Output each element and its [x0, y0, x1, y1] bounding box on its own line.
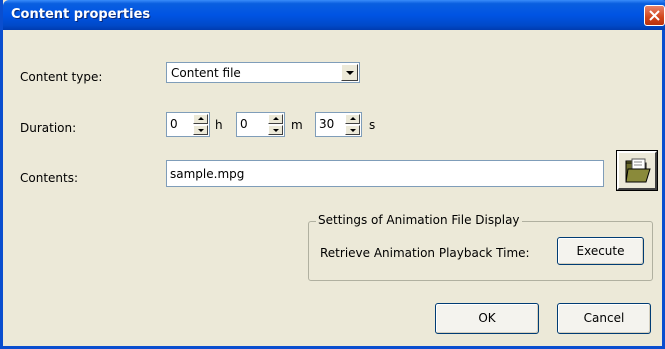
- content-type-value: Content file: [171, 66, 241, 80]
- dialog-window: Content properties Content type: Content…: [0, 0, 665, 349]
- contents-input[interactable]: sample.mpg: [166, 160, 604, 187]
- seconds-value[interactable]: 30: [319, 117, 334, 131]
- seconds-stepper[interactable]: 30: [315, 112, 362, 137]
- minutes-value[interactable]: 0: [240, 117, 248, 131]
- retrieve-playback-time-label: Retrieve Animation Playback Time:: [320, 246, 530, 260]
- execute-button-label: Execute: [576, 244, 625, 258]
- ok-button-label: OK: [478, 311, 496, 325]
- cancel-button-label: Cancel: [583, 311, 625, 325]
- hours-up-arrow-icon[interactable]: [193, 114, 208, 124]
- seconds-unit: s: [369, 118, 376, 132]
- dialog-title: Content properties: [11, 7, 151, 22]
- execute-button[interactable]: Execute: [557, 237, 644, 265]
- seconds-down-arrow-icon[interactable]: [345, 125, 360, 135]
- hours-value[interactable]: 0: [170, 117, 178, 131]
- duration-label: Duration:: [20, 121, 77, 135]
- minutes-unit: m: [291, 118, 303, 132]
- minutes-stepper[interactable]: 0: [236, 112, 285, 137]
- seconds-up-arrow-icon[interactable]: [345, 114, 360, 124]
- hours-unit: h: [215, 118, 223, 132]
- contents-value[interactable]: sample.mpg: [170, 167, 244, 181]
- content-type-label: Content type:: [20, 70, 103, 84]
- close-button[interactable]: [644, 5, 665, 26]
- minutes-down-arrow-icon[interactable]: [268, 125, 283, 135]
- chevron-down-icon[interactable]: [341, 64, 358, 81]
- ok-button[interactable]: OK: [435, 303, 539, 334]
- minutes-up-arrow-icon[interactable]: [268, 114, 283, 124]
- hours-stepper[interactable]: 0: [166, 112, 210, 137]
- title-bar[interactable]: Content properties: [3, 0, 665, 30]
- cancel-button[interactable]: Cancel: [557, 303, 651, 334]
- animation-settings-title: Settings of Animation File Display: [316, 213, 522, 227]
- browse-button[interactable]: [617, 151, 657, 190]
- content-type-select[interactable]: Content file: [166, 62, 360, 83]
- hours-down-arrow-icon[interactable]: [193, 125, 208, 135]
- contents-label: Contents:: [20, 171, 79, 185]
